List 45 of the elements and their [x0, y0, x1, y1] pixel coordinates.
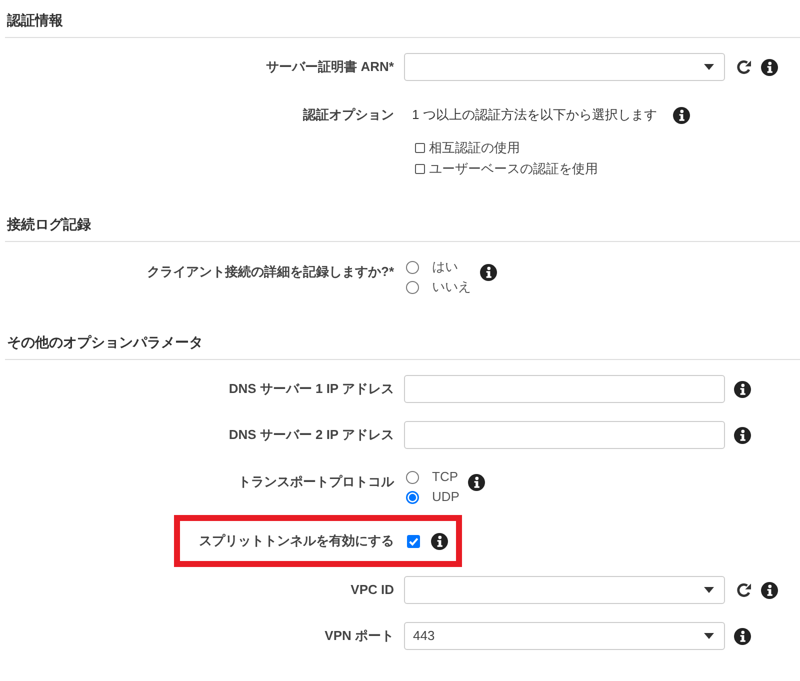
info-icon[interactable]	[734, 426, 751, 444]
radio-label[interactable]: はい	[432, 257, 458, 277]
info-icon[interactable]	[734, 380, 751, 398]
radio-label[interactable]: UDP	[432, 487, 460, 507]
checkbox-label[interactable]: ユーザーベースの認証を使用	[429, 158, 598, 178]
section-title: その他のオプションパラメータ	[7, 333, 203, 352]
refresh-icon[interactable]	[736, 582, 752, 598]
field-label: VPC ID	[350, 581, 394, 599]
info-icon[interactable]	[480, 264, 497, 281]
refresh-icon[interactable]	[736, 59, 752, 75]
radio-button[interactable]	[406, 490, 419, 504]
section-title: 接続ログ記録	[7, 215, 91, 234]
field-label: 認証オプション	[302, 106, 394, 124]
info-icon[interactable]	[761, 582, 778, 598]
info-icon[interactable]	[672, 106, 690, 124]
field-label: DNS サーバー 1 IP アドレス	[228, 380, 394, 398]
field-label: VPN ポート	[324, 627, 394, 645]
field-label: トランスポートプロトコル	[237, 473, 394, 491]
field-label: スプリットトンネルを有効にする	[198, 532, 394, 550]
field-label: サーバー証明書 ARN*	[265, 58, 394, 76]
info-icon[interactable]	[761, 58, 778, 76]
help-text: 1 つ以上の認証方法を以下から選択します	[412, 106, 657, 124]
radio-button[interactable]	[406, 280, 419, 294]
caret-icon	[704, 64, 714, 70]
info-icon[interactable]	[468, 474, 486, 491]
dropdown-field[interactable]: 443	[404, 622, 725, 650]
dropdown-field[interactable]	[404, 53, 725, 81]
text-field[interactable]	[404, 421, 725, 449]
radio-button[interactable]	[406, 260, 419, 274]
radio-label[interactable]: いいえ	[432, 277, 471, 297]
checkbox[interactable]	[415, 142, 425, 152]
text-field[interactable]	[404, 375, 725, 403]
caret-icon	[704, 587, 714, 593]
checkbox[interactable]	[415, 164, 425, 174]
info-icon[interactable]	[431, 532, 448, 550]
field-label: DNS サーバー 2 IP アドレス	[228, 426, 394, 444]
field-label: クライアント接続の詳細を記録しますか?*	[146, 263, 394, 281]
section-title: 認証情報	[7, 11, 63, 30]
radio-label[interactable]: TCP	[432, 467, 458, 487]
radio-button[interactable]	[406, 470, 419, 484]
checkbox[interactable]	[407, 534, 420, 548]
caret-icon	[704, 633, 714, 639]
dropdown-field[interactable]	[404, 576, 725, 604]
info-icon[interactable]	[734, 628, 751, 644]
checkbox-label[interactable]: 相互認証の使用	[429, 138, 520, 158]
